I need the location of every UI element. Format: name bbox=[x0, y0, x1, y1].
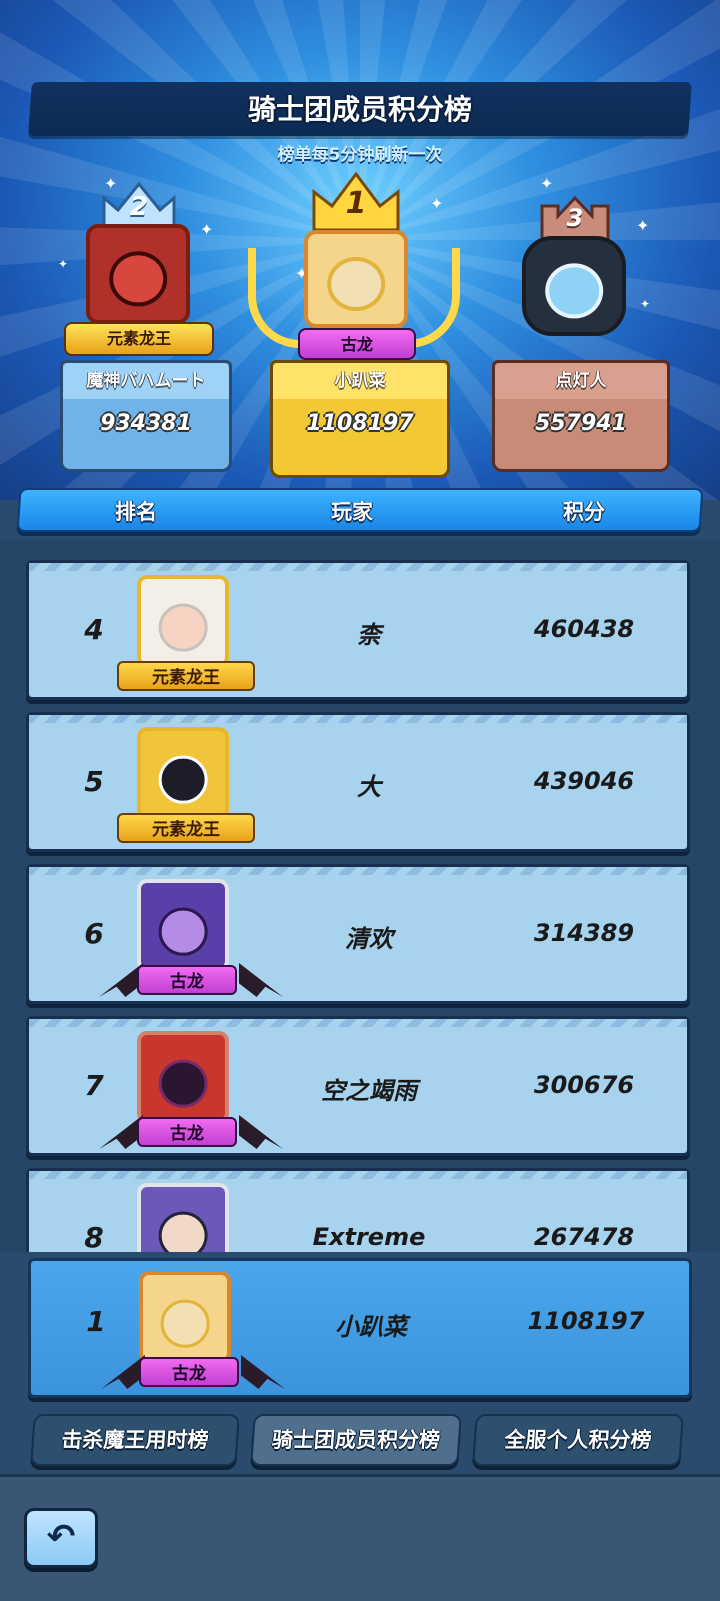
player-name: 大 bbox=[357, 773, 381, 801]
player-score: 460438 bbox=[533, 615, 635, 643]
player-title-badge: 元素龙王 bbox=[117, 813, 255, 843]
podium-plate-1: 小趴菜 1108197 bbox=[270, 360, 450, 478]
avatar-face bbox=[158, 1059, 208, 1109]
sparkle-icon: ✦ bbox=[636, 216, 650, 235]
player-score: 439046 bbox=[533, 767, 635, 795]
column-score: 积分 bbox=[563, 500, 605, 524]
podium-name-2: 魔神バハムート bbox=[63, 363, 229, 399]
avatar-face bbox=[158, 1211, 208, 1252]
bat-wing-icon bbox=[239, 1115, 283, 1149]
player-title-badge: 古龙 bbox=[137, 1117, 237, 1147]
my-rank-row[interactable]: 1 古龙 小趴菜 1108197 bbox=[28, 1258, 692, 1398]
my-title-badge: 古龙 bbox=[139, 1357, 239, 1387]
podium-avatar-3[interactable] bbox=[522, 236, 626, 336]
page-title: 骑士团成员积分榜 bbox=[247, 93, 472, 126]
column-rank: 排名 bbox=[115, 500, 157, 524]
leaderboard-list[interactable]: 4 元素龙王 柰 460438 5 元素龙王 大 439046 6 古龙 清欢 … bbox=[0, 540, 720, 1252]
player-avatar[interactable] bbox=[137, 727, 229, 819]
my-score: 1108197 bbox=[527, 1307, 645, 1335]
sparkle-icon: ✦ bbox=[58, 257, 69, 271]
podium-score-2: 934381 bbox=[100, 411, 192, 436]
sparkle-icon: ✦ bbox=[200, 220, 214, 239]
podium-avatar-2[interactable] bbox=[86, 224, 190, 324]
player-avatar[interactable] bbox=[137, 575, 229, 667]
tab-boss-kill-time[interactable]: 击杀魔王用时榜 bbox=[30, 1414, 240, 1466]
podium-area: 骑士团成员积分榜 榜单每5分钟刷新一次 ✦ ✦ ✦ ✦ ✦ ✦ ✦ ✦ 2 元素… bbox=[0, 0, 720, 500]
podium-avatar-1[interactable] bbox=[304, 230, 408, 328]
bat-wing-icon bbox=[241, 1355, 285, 1389]
player-score: 300676 bbox=[533, 1071, 635, 1099]
player-title-badge: 古龙 bbox=[137, 965, 237, 995]
gold-crown-icon: 1 bbox=[310, 170, 402, 232]
podium-rank-2: 2 bbox=[129, 192, 149, 222]
avatar-face bbox=[327, 256, 385, 311]
tab-knight-member-score[interactable]: 骑士团成员积分榜 bbox=[250, 1414, 462, 1466]
avatar-face bbox=[545, 263, 603, 319]
row-rank: 4 bbox=[84, 613, 104, 646]
podium-plate-2: 魔神バハムート 934381 bbox=[60, 360, 232, 472]
player-name: 空之竭雨 bbox=[321, 1077, 417, 1105]
podium-title-badge-2: 元素龙王 bbox=[64, 322, 214, 356]
row-rank: 8 bbox=[84, 1221, 104, 1252]
podium-name-1: 小趴菜 bbox=[273, 363, 447, 399]
player-name: Extreme bbox=[312, 1223, 426, 1251]
table-row[interactable]: 8 Extreme 267478 bbox=[26, 1168, 690, 1252]
sparkle-icon: ✦ bbox=[540, 174, 554, 193]
avatar-face bbox=[158, 603, 208, 653]
sparkle-icon: ✦ bbox=[430, 194, 444, 213]
podium-rank-1: 1 bbox=[345, 186, 367, 221]
player-avatar[interactable] bbox=[137, 1031, 229, 1123]
avatar-face bbox=[158, 755, 208, 805]
avatar-face bbox=[160, 1299, 210, 1349]
player-score: 314389 bbox=[533, 919, 635, 947]
podium-name-3: 点灯人 bbox=[495, 363, 667, 399]
podium-title-badge-1: 古龙 bbox=[298, 328, 416, 360]
table-row[interactable]: 6 古龙 清欢 314389 bbox=[26, 864, 690, 1004]
podium-plate-3: 点灯人 557941 bbox=[492, 360, 670, 472]
row-rank: 5 bbox=[84, 765, 104, 798]
row-rank: 7 bbox=[84, 1069, 104, 1102]
refresh-note: 榜单每5分钟刷新一次 bbox=[277, 145, 443, 165]
bat-wing-icon bbox=[239, 963, 283, 997]
table-row[interactable]: 7 古龙 空之竭雨 300676 bbox=[26, 1016, 690, 1156]
back-arrow-icon: ↶ bbox=[46, 1517, 76, 1557]
player-name: 柰 bbox=[357, 621, 381, 649]
podium-rank-3: 3 bbox=[566, 204, 584, 232]
bottom-bar bbox=[0, 1474, 720, 1601]
avatar-face bbox=[158, 907, 208, 957]
player-title-badge: 元素龙王 bbox=[117, 661, 255, 691]
player-avatar[interactable] bbox=[137, 1183, 229, 1252]
podium-score-1: 1108197 bbox=[306, 411, 414, 436]
my-rank: 1 bbox=[86, 1305, 106, 1338]
player-avatar[interactable] bbox=[137, 879, 229, 971]
back-button[interactable]: ↶ bbox=[24, 1508, 98, 1568]
row-rank: 6 bbox=[84, 917, 104, 950]
my-avatar[interactable] bbox=[139, 1271, 231, 1363]
player-score: 267478 bbox=[533, 1223, 635, 1251]
sparkle-icon: ✦ bbox=[640, 297, 651, 311]
podium-score-3: 557941 bbox=[535, 411, 627, 436]
table-row[interactable]: 4 元素龙王 柰 460438 bbox=[26, 560, 690, 700]
player-name: 清欢 bbox=[345, 925, 393, 953]
table-row[interactable]: 5 元素龙王 大 439046 bbox=[26, 712, 690, 852]
tab-server-personal-score[interactable]: 全服个人积分榜 bbox=[472, 1414, 684, 1466]
my-name: 小趴菜 bbox=[335, 1313, 407, 1341]
avatar-face bbox=[109, 251, 167, 307]
column-player: 玩家 bbox=[331, 500, 373, 524]
